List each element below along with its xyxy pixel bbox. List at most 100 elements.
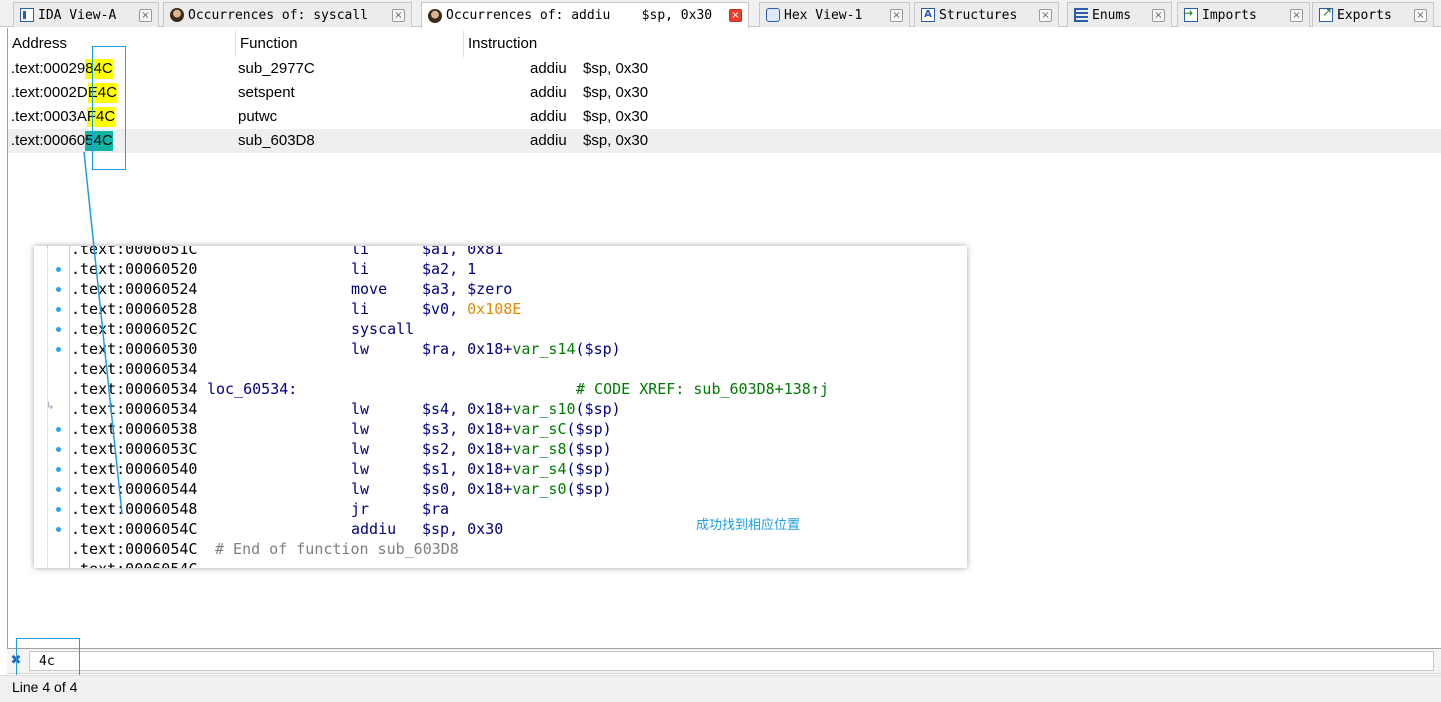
tab-label: Exports [1337, 7, 1392, 23]
function-cell: sub_2977C [238, 60, 315, 77]
function-cell: sub_603D8 [238, 132, 315, 149]
close-tab-icon[interactable]: × [1290, 8, 1303, 22]
annotation-search-box [16, 638, 80, 678]
asm-operands: $a3, $zero [422, 279, 512, 299]
asm-stack-var[interactable]: var_s14 [512, 340, 575, 358]
breakpoint-dot[interactable] [56, 487, 61, 492]
asm-line[interactable]: .text:0006051C li $a1, 0x81 [71, 246, 961, 259]
close-tab-icon[interactable]: × [1152, 8, 1165, 22]
asm-register: $sp, [422, 520, 468, 538]
asm-register: $ra [422, 500, 450, 518]
asm-mnemonic: jr [351, 500, 370, 518]
close-tab-icon[interactable]: × [890, 8, 903, 22]
asm-register: $s0, 0x18+ [422, 480, 513, 498]
asm-line[interactable]: .text:00060520 li $a2, 1 [71, 259, 961, 279]
asm-operands: $a1, 0x81 [422, 246, 503, 259]
table-row[interactable]: .text:0002DE4C setspent addiu $sp, 0x30 [8, 81, 1441, 105]
asm-register: $s2, 0x18+ [422, 440, 513, 458]
instruction-cell: addiu $sp, 0x30 [530, 129, 648, 153]
asm-label[interactable]: loc_60534: [207, 379, 297, 399]
instruction-mnemonic: addiu [530, 60, 567, 77]
asm-mnemonic: lw [351, 420, 370, 438]
asm-line[interactable]: .text:00060534 loc_60534: # CODE XREF: sub… [71, 379, 961, 399]
search-input[interactable] [29, 651, 1434, 671]
address-prefix: .text:0003A [11, 108, 87, 125]
breakpoint-dot[interactable] [56, 327, 61, 332]
occurrences-icon [170, 8, 184, 22]
asm-xref-comment[interactable]: # CODE XREF: sub_603D8+138↑j [576, 379, 829, 399]
asm-mnemonic: syscall [351, 320, 415, 338]
tab-ida-view-a[interactable]: IDA View-A × [13, 2, 159, 27]
tab-label: IDA View-A [38, 7, 117, 23]
asm-address: .text:0006054C [71, 559, 197, 568]
asm-register: $ra, 0x18+ [422, 340, 513, 358]
close-tab-icon[interactable]: × [1414, 8, 1427, 22]
table-row[interactable]: .text:0002984C sub_2977C addiu $sp, 0x30 [8, 57, 1441, 81]
asm-mnemonic: lw [351, 460, 370, 478]
asm-line[interactable]: .text:00060530 lw $ra, 0x18+var_s14($sp) [71, 339, 961, 359]
asm-line[interactable]: .text:0006054C # End of function sub_603D… [71, 539, 961, 559]
asm-address: .text:0006051C [71, 246, 198, 258]
status-line-count: Line 4 of 4 [12, 679, 78, 695]
asm-line[interactable]: .text:00060524 move $a3, $zero [71, 279, 961, 299]
asm-address: .text:00060538 [71, 420, 198, 438]
asm-stack-var[interactable]: var_sC [512, 420, 566, 438]
table-row[interactable]: .text:0003AF4C putwc addiu $sp, 0x30 [8, 105, 1441, 129]
asm-line[interactable]: .text:00060534 lw $s4, 0x18+var_s10($sp) [71, 399, 961, 419]
asm-immediate: 1 [467, 260, 477, 278]
instruction-cell: addiu $sp, 0x30 [530, 81, 648, 105]
asm-register: ($sp) [566, 440, 612, 458]
annotation-text: 成功找到相应位置 [696, 518, 801, 533]
tab-occurrences-of-addiu-sp-0x30[interactable]: Occurrences of: addiu $sp, 0x30 × [421, 2, 749, 28]
asm-line[interactable]: .text:00060540 lw $s1, 0x18+var_s4($sp) [71, 459, 961, 479]
breakpoint-dot[interactable] [56, 527, 61, 532]
hex-view-icon [766, 8, 780, 22]
breakpoint-dot[interactable] [56, 427, 61, 432]
table-row[interactable]: .text:0006054C sub_603D8 addiu $sp, 0x30 [8, 129, 1441, 153]
tab-label: Imports [1202, 7, 1257, 23]
asm-stack-var[interactable]: var_s0 [512, 480, 566, 498]
asm-mnemonic: lw [351, 480, 370, 498]
tab-imports[interactable]: Imports × [1177, 2, 1310, 27]
asm-line[interactable]: .text:00060528 li $v0, 0x108E [71, 299, 961, 319]
breakpoint-dot[interactable] [56, 447, 61, 452]
breakpoint-dot[interactable] [56, 307, 61, 312]
asm-address: .text:0006052C [71, 320, 198, 338]
tab-hex-view-1[interactable]: Hex View-1 × [759, 2, 910, 27]
column-header-function[interactable]: Function [235, 31, 463, 57]
breakpoint-dot[interactable] [56, 507, 61, 512]
asm-line[interactable]: .text:0006054C addiu $sp, 0x30 [71, 519, 961, 539]
breakpoint-dot[interactable] [56, 467, 61, 472]
tab-structures[interactable]: A Structures × [914, 2, 1059, 27]
asm-line[interactable]: .text:00060548 jr $ra [71, 499, 961, 519]
asm-line[interactable]: .text:0006054C [71, 559, 961, 568]
tab-label: Occurrences of: addiu $sp, 0x30 [446, 8, 713, 23]
asm-line[interactable]: .text:0006053C lw $s2, 0x18+var_s8($sp) [71, 439, 961, 459]
tab-exports[interactable]: Exports × [1312, 2, 1434, 27]
asm-stack-var[interactable]: var_s4 [512, 460, 566, 478]
close-tab-icon[interactable]: × [729, 9, 742, 22]
column-header-instruction[interactable]: Instruction [463, 31, 1441, 57]
close-tab-icon[interactable]: × [139, 8, 152, 22]
asm-register: $s1, 0x18+ [422, 460, 513, 478]
address-prefix: .text:0002D [11, 84, 88, 101]
tab-occurrences-of-syscall[interactable]: Occurrences of: syscall × [163, 2, 412, 27]
ida-view-icon [20, 8, 34, 22]
close-tab-icon[interactable]: × [1039, 8, 1052, 22]
asm-stack-var[interactable]: var_s10 [512, 400, 575, 418]
search-bar: ✖ [7, 648, 1441, 674]
asm-register: ($sp) [575, 340, 621, 358]
breakpoint-dot[interactable] [56, 347, 61, 352]
close-tab-icon[interactable]: × [392, 8, 405, 22]
asm-line[interactable]: .text:0006052C syscall [71, 319, 961, 339]
asm-line[interactable]: .text:00060544 lw $s0, 0x18+var_s0($sp) [71, 479, 961, 499]
asm-line[interactable]: .text:00060538 lw $s3, 0x18+var_sC($sp) [71, 419, 961, 439]
asm-stack-var[interactable]: var_s8 [512, 440, 566, 458]
breakpoint-dot[interactable] [56, 287, 61, 292]
asm-line[interactable]: .text:00060534 [71, 359, 961, 379]
breakpoint-dot[interactable] [56, 267, 61, 272]
tab-enums[interactable]: Enums × [1067, 2, 1172, 27]
enums-icon [1074, 8, 1088, 22]
asm-operands: $s4, 0x18+var_s10($sp) [422, 399, 621, 419]
asm-address: .text:00060548 [71, 500, 198, 518]
